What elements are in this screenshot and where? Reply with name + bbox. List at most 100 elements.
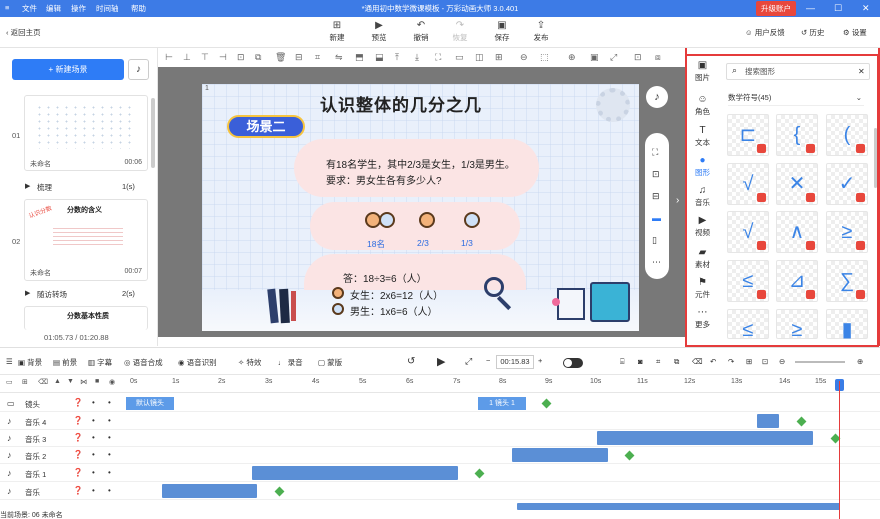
align-top-icon[interactable]: ⊤ [201, 52, 209, 63]
audio-clip[interactable] [517, 503, 840, 510]
chevron-right-icon[interactable]: › [676, 195, 679, 206]
shape-item[interactable]: ∧ [776, 211, 818, 253]
close-icon[interactable]: ✕ [858, 67, 865, 76]
track-music-1[interactable]: ♪ 音乐 1 ❓ • • [0, 465, 880, 482]
category-music[interactable]: ♫ 音乐 [687, 185, 718, 208]
feedback-button[interactable]: ☺ 用户反馈 [745, 27, 785, 38]
settings-button[interactable]: ⚙ 设置 [843, 27, 867, 38]
category-video[interactable]: ▶ 视频 [687, 215, 718, 238]
timeline-collapse-icon[interactable]: ☰ [6, 357, 13, 366]
delete-icon[interactable]: ⌫ [38, 378, 48, 386]
folder-icon[interactable]: ▭ [6, 378, 13, 386]
fit-screen-icon[interactable]: ⛶ [435, 52, 441, 63]
history-button[interactable]: ↺ 历史 [801, 27, 824, 38]
zoom-slider[interactable] [795, 361, 845, 363]
redo-button[interactable]: ↷ 恢复 [446, 20, 474, 43]
subtitle-button[interactable]: ▥ 字幕 [88, 357, 112, 368]
music-note-icon[interactable]: ♪ [128, 59, 149, 80]
expand-icon[interactable]: ⤢ [610, 52, 617, 63]
grid-icon[interactable]: ⊞ [495, 52, 503, 63]
scene-thumbnail-2[interactable]: 认识分数 分数的含义 未命名 00:07 [24, 199, 148, 281]
category-shape[interactable]: ● 图形 [687, 155, 718, 178]
flip-icon[interactable]: ⇋ [335, 52, 343, 63]
shape-item[interactable]: √ [727, 211, 769, 253]
fullscreen-icon[interactable]: ⤢ [465, 356, 472, 367]
delete-icon[interactable]: 🗑 [275, 52, 286, 63]
layer-down-icon[interactable]: ⬓ [375, 52, 384, 63]
help-icon[interactable]: ❓ [73, 486, 83, 495]
keyframe-icon[interactable] [541, 398, 552, 409]
shape-item[interactable]: { [776, 114, 818, 156]
track-camera[interactable]: ▭ 镜头 ❓ • • 默认镜头 1 镜头 1 [0, 395, 880, 412]
audio-clip[interactable] [757, 414, 779, 428]
speech-recognition-button[interactable]: ◉ 语音识别 [178, 357, 217, 368]
shape-panel-scrollbar[interactable] [874, 128, 877, 188]
copy-icon[interactable]: ⧉ [674, 357, 679, 367]
upgrade-button[interactable]: 升级账户 [756, 1, 796, 16]
layer-icon[interactable]: ⊞ [22, 378, 28, 386]
zoom-out-icon[interactable]: ⊖ [779, 357, 785, 366]
music-note-icon[interactable]: ♪ [646, 86, 668, 108]
category-material[interactable]: ▰ 素材 [687, 247, 718, 270]
send-back-icon[interactable]: ⤓ [415, 52, 419, 63]
audio-clip[interactable] [512, 448, 608, 462]
lock-icon[interactable]: ⊟ [652, 191, 660, 202]
crop-icon[interactable]: ⌗ [656, 357, 660, 367]
camera-icon[interactable]: ◙ [638, 357, 643, 366]
shape-item[interactable]: ⊏ [727, 114, 769, 156]
help-icon[interactable]: ❓ [73, 450, 83, 459]
back-home-button[interactable]: ‹ 返回主页 [6, 27, 41, 38]
preview-area-icon[interactable]: ⊡ [634, 52, 642, 63]
scene-tag[interactable]: 场景二 [227, 115, 305, 138]
copy-icon[interactable]: ⧉ [255, 52, 261, 63]
transition-name[interactable]: 随访转场 [37, 289, 67, 300]
track-music-2[interactable]: ♪ 音乐 2 ❓ • • [0, 447, 880, 464]
zoom-in-icon[interactable]: ⊕ [857, 357, 863, 366]
snap-icon[interactable]: ⊞ [746, 357, 752, 366]
stage-canvas[interactable]: 1 认识整体的几分之几 场景二 有18名学生，其中2/3是女生，1/3是男生。 … [202, 84, 639, 331]
category-text[interactable]: T 文本 [687, 125, 718, 148]
minimize-icon[interactable]: — [806, 3, 815, 13]
shape-search-input[interactable]: 搜索图形 [726, 63, 870, 80]
camera-clip-1[interactable]: 1 镜头 1 [478, 397, 526, 410]
transition-name[interactable]: 梳理 [37, 182, 52, 193]
rewind-icon[interactable]: ↺ [407, 356, 415, 367]
shape-item[interactable]: ( [826, 114, 868, 156]
bring-front-icon[interactable]: ⤒ [395, 52, 399, 63]
scene-thumbnail-1[interactable]: 未命名 00:06 [24, 95, 148, 171]
scene-title-text[interactable]: 认识整体的几分之几 [320, 91, 482, 116]
undo-icon[interactable]: ↶ [710, 357, 716, 366]
redo-icon[interactable]: ↷ [728, 357, 734, 366]
play-icon[interactable]: ▶ [437, 355, 445, 368]
zoom-out-icon[interactable]: ⊖ [520, 52, 528, 63]
timeline-ruler[interactable]: ▭ ⊞ ⌫ ▲ ▼ ⋈ ■ ◉ 0s 1s 2s 3s 4s 5s 6s 7s … [0, 375, 880, 393]
preview-button[interactable]: ▶ 预览 [365, 20, 393, 43]
more-icon[interactable]: ⋯ [652, 257, 661, 268]
mask-button[interactable]: ▢ 蒙版 [318, 357, 342, 368]
track-music-4[interactable]: ♪ 音乐 4 ❓ • • [0, 413, 880, 430]
keyframe-icon[interactable] [624, 450, 635, 461]
audio-clip[interactable] [597, 431, 813, 445]
canvas-area[interactable]: 1 认识整体的几分之几 场景二 有18名学生，其中2/3是女生，1/3是男生。 … [158, 67, 685, 346]
group-icon[interactable]: ⊡ [237, 52, 245, 63]
split-icon[interactable]: ⌸ [620, 357, 625, 367]
unlock-icon[interactable]: ⊡ [652, 169, 660, 180]
audio-clip[interactable] [162, 484, 257, 498]
scene-thumbnail-3[interactable]: 分数基本性质 [24, 306, 148, 330]
up-icon[interactable]: ▲ [54, 378, 61, 385]
zoom-in-icon[interactable]: ⊕ [568, 52, 576, 63]
scene-list-scrollbar[interactable] [151, 98, 155, 168]
track-music-3[interactable]: ♪ 音乐 3 ❓ • • [0, 430, 880, 447]
new-button[interactable]: ⊞ 新建 [323, 20, 351, 43]
shape-item[interactable]: ⊿ [776, 260, 818, 302]
scan-icon[interactable]: ⛶ [652, 147, 658, 158]
fit-icon[interactable]: ⬚ [540, 52, 549, 63]
camera-clip-default[interactable]: 默认镜头 [126, 397, 174, 410]
tts-button[interactable]: ◎ 语音合成 [124, 357, 163, 368]
keyframe-icon[interactable] [796, 416, 807, 427]
layers-icon[interactable]: ⧈ [655, 52, 661, 63]
shape-item[interactable]: ✓ [826, 163, 868, 205]
shape-item[interactable]: ✕ [776, 163, 818, 205]
answer-line-1[interactable]: 答：18÷3=6（人） [343, 270, 427, 285]
help-icon[interactable]: ❓ [73, 468, 83, 477]
